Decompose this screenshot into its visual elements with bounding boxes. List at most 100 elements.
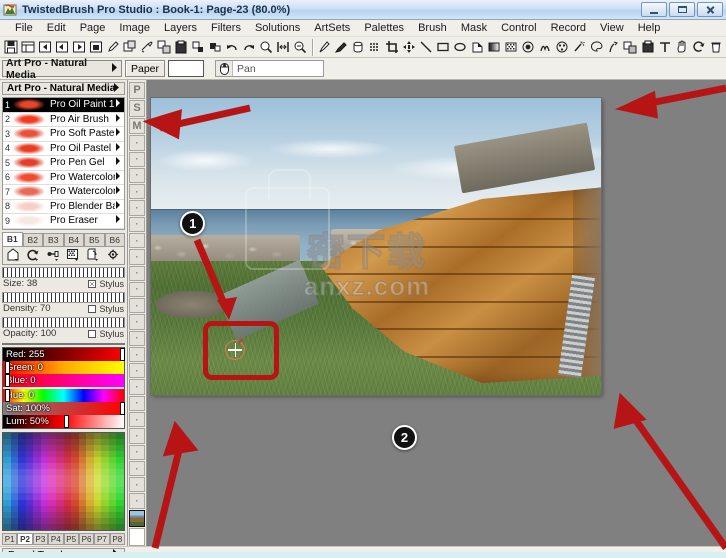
mixer-icon[interactable] (554, 38, 571, 57)
move-icon[interactable] (401, 38, 418, 57)
symmetry-icon[interactable] (520, 38, 537, 57)
palette-icon[interactable] (588, 38, 605, 57)
stylus-toggle[interactable]: Stylus (88, 279, 124, 289)
brush-slider[interactable]: Opacity: 100 Stylus (2, 316, 125, 340)
strip-page-slot[interactable]: · (129, 151, 145, 167)
strip-page-slot[interactable]: · (129, 184, 145, 200)
shape-fill-icon[interactable] (469, 38, 486, 57)
menu-edit[interactable]: Edit (40, 21, 73, 35)
strip-page-slot[interactable]: · (129, 363, 145, 379)
brush-list-item[interactable]: 7 Pro Watercolor (3, 185, 124, 200)
brush-list-item[interactable]: 3 Pro Soft Pastel (3, 127, 124, 142)
brush-tab-b1[interactable]: B1 (2, 231, 23, 246)
paper-button[interactable]: Paper (125, 60, 165, 77)
clone-icon[interactable] (155, 38, 172, 57)
page-export-icon[interactable] (70, 38, 87, 57)
strip-page-slot[interactable]: · (129, 249, 145, 265)
palette-cell[interactable] (33, 523, 41, 530)
menu-solutions[interactable]: Solutions (248, 21, 307, 35)
brush-tab-b4[interactable]: B4 (63, 232, 84, 246)
maximize-icon[interactable] (669, 2, 695, 17)
palette-tab-p3[interactable]: P3 (32, 533, 49, 545)
ellipse-icon[interactable] (452, 38, 469, 57)
page-prev-icon[interactable] (36, 38, 53, 57)
strip-page-slot[interactable]: · (129, 346, 145, 363)
brush-list-item[interactable]: 4 Pro Oil Pastel (3, 142, 124, 156)
chevron-right-icon[interactable] (115, 142, 124, 154)
stylus-checkbox[interactable] (88, 304, 97, 313)
channel-knob[interactable] (63, 414, 69, 428)
menu-image[interactable]: Image (112, 21, 157, 35)
minimize-icon[interactable] (641, 2, 667, 17)
undo-icon[interactable] (223, 38, 240, 57)
channel-knob[interactable] (5, 388, 11, 402)
strip-page-slot[interactable]: · (129, 379, 145, 395)
menu-brush[interactable]: Brush (411, 21, 454, 35)
canvas-area[interactable]: 密下载 anxz.com 1 2 (147, 80, 726, 546)
crop-icon[interactable] (384, 38, 401, 57)
eyedropper-icon[interactable] (332, 38, 349, 57)
brush-page-icon[interactable] (5, 247, 23, 264)
brush-list-item[interactable]: 2 Pro Air Brush (3, 113, 124, 127)
rectangle-icon[interactable] (435, 38, 452, 57)
stamp-icon[interactable] (639, 38, 656, 57)
strip-toggle-m[interactable]: M (129, 117, 145, 135)
brush-list-item[interactable]: 5 Pro Pen Gel (3, 156, 124, 171)
menu-layers[interactable]: Layers (157, 21, 204, 35)
stylus-checkbox[interactable] (88, 329, 97, 338)
brush-list-item[interactable]: 1 Pro Oil Paint 1 (3, 98, 124, 113)
brush-tab-b2[interactable]: B2 (22, 232, 43, 246)
chevron-right-icon[interactable] (115, 113, 124, 125)
palette-cell[interactable] (3, 523, 11, 530)
canvas-page[interactable]: 密下载 anxz.com 1 (151, 98, 601, 395)
fit-icon[interactable] (275, 38, 292, 57)
pan-control[interactable]: Pan (215, 60, 324, 77)
palette-cell[interactable] (48, 523, 56, 530)
zoom-out-icon[interactable] (292, 38, 309, 57)
menu-page[interactable]: Page (73, 21, 113, 35)
brush-tab-b5[interactable]: B5 (84, 232, 105, 246)
stylus-toggle[interactable]: Stylus (88, 329, 124, 339)
brush-save-icon[interactable] (84, 247, 102, 264)
brush-list-item[interactable]: 6 Pro Watercolor Dry (3, 171, 124, 185)
brush-settings-icon[interactable] (45, 247, 63, 264)
palette-cell[interactable] (116, 523, 124, 530)
redo-icon[interactable] (240, 38, 257, 57)
strip-page-slot[interactable]: · (129, 395, 145, 412)
strip-empty-slot[interactable] (129, 528, 145, 547)
menu-record[interactable]: Record (544, 21, 593, 35)
page-import-icon[interactable] (53, 38, 70, 57)
smudge-icon[interactable] (537, 38, 554, 57)
color-channel-1[interactable]: Green: 0 (3, 360, 124, 374)
page-thumbnail-icon[interactable] (129, 509, 145, 528)
palette-cell[interactable] (10, 523, 19, 530)
chevron-right-icon[interactable] (115, 186, 124, 197)
menu-palettes[interactable]: Palettes (357, 21, 411, 35)
strip-page-slot[interactable]: · (129, 314, 145, 330)
chevron-right-icon[interactable] (115, 128, 124, 139)
menu-help[interactable]: Help (631, 21, 668, 35)
palette-tab-p6[interactable]: P6 (78, 533, 95, 545)
strip-page-slot[interactable]: · (129, 330, 145, 346)
strip-page-slot[interactable]: · (129, 428, 145, 444)
trash-icon[interactable] (707, 38, 724, 57)
palette-cell[interactable] (18, 523, 26, 530)
brush-slider[interactable]: Density: 70 Stylus (2, 291, 125, 315)
palette-cell[interactable] (86, 523, 94, 530)
strip-page-slot[interactable]: · (129, 167, 145, 184)
zoom-in-icon[interactable] (257, 38, 274, 57)
color-channel-0[interactable]: Red: 255 (3, 347, 126, 361)
palette-cell[interactable] (93, 523, 102, 530)
menu-file[interactable]: File (8, 21, 40, 35)
color-channel-2[interactable]: Blue: 0 (3, 373, 124, 387)
chevron-right-icon[interactable] (115, 157, 124, 168)
color-channel-4[interactable]: Sat: 100% (3, 401, 126, 415)
strip-page-slot[interactable]: · (129, 265, 145, 281)
edit-page-icon[interactable] (104, 38, 121, 57)
chevron-right-icon[interactable] (115, 99, 124, 110)
artset-selector[interactable]: Art Pro - Natural Media (2, 57, 122, 81)
strip-page-slot[interactable]: · (129, 135, 145, 151)
close-icon[interactable] (697, 2, 723, 17)
palette-tab-p5[interactable]: P5 (63, 533, 79, 545)
brush-list-item[interactable]: 8 Pro Blender Basic (3, 200, 124, 214)
